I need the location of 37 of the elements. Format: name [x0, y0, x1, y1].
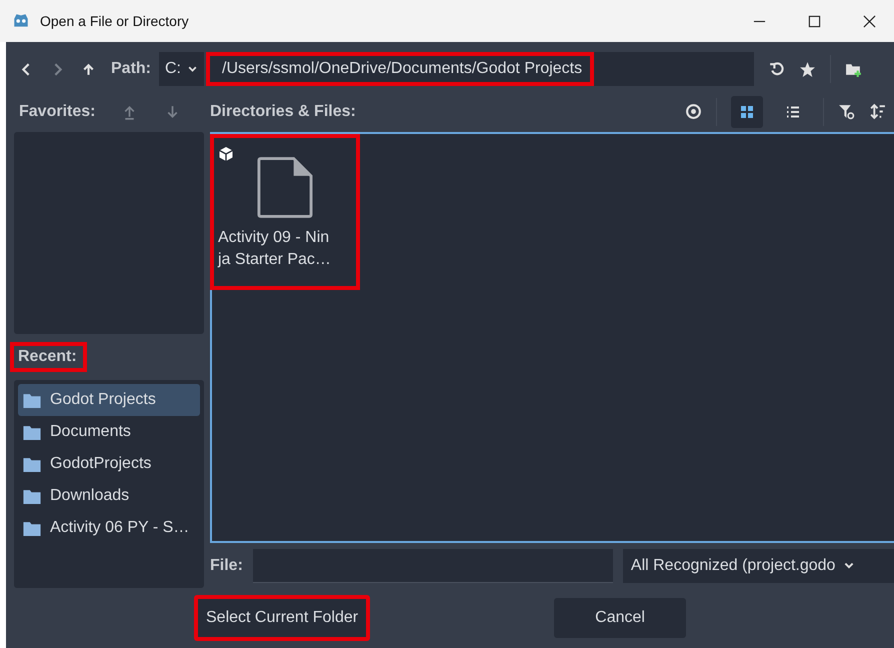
recent-item[interactable]: Activity 06 PY - S…: [18, 512, 200, 544]
cube-icon: [218, 146, 234, 162]
cancel-button[interactable]: Cancel: [554, 598, 686, 638]
recent-item[interactable]: Godot Projects: [18, 384, 200, 416]
folder-icon: [23, 488, 41, 504]
select-folder-button[interactable]: Select Current Folder: [194, 595, 370, 641]
folder-icon: [23, 392, 41, 408]
eye-icon[interactable]: [685, 103, 702, 120]
recent-item[interactable]: Documents: [18, 416, 200, 448]
filter-icon[interactable]: [838, 103, 855, 120]
folder-icon: [23, 520, 41, 536]
maximize-icon[interactable]: [808, 14, 821, 28]
recent-item[interactable]: GodotProjects: [18, 448, 200, 480]
recent-label: Recent:: [10, 342, 87, 372]
list-icon: [785, 104, 801, 120]
file-icon: [257, 156, 313, 219]
close-icon[interactable]: [863, 14, 876, 28]
window-title: Open a File or Directory: [40, 13, 189, 29]
path-field[interactable]: /Users/ssmol/OneDrive/Documents/Godot Projects: [206, 52, 594, 86]
folder-icon: [23, 424, 41, 440]
refresh-icon[interactable]: [768, 60, 785, 78]
project-item[interactable]: Activity 09 - Nin ja Starter Pac…: [210, 134, 360, 290]
filter-dropdown[interactable]: All Recognized (project.godo: [622, 549, 894, 584]
files-label: Directories & Files:: [210, 102, 356, 121]
file-label: File:: [210, 557, 243, 576]
grid-icon: [739, 104, 755, 120]
folder-icon: [23, 456, 41, 472]
file-name-field[interactable]: [252, 549, 613, 584]
file-name: Activity 09 - Nin ja Starter Pac…: [216, 228, 331, 270]
drive-dropdown[interactable]: C:: [159, 52, 204, 86]
grid-view-button[interactable]: [731, 96, 763, 128]
caret-icon: [187, 64, 198, 74]
sort-icon[interactable]: [869, 103, 886, 120]
favorites-label: Favorites:: [19, 103, 96, 121]
star-icon[interactable]: [799, 60, 816, 78]
path-label: Path:: [111, 60, 151, 78]
recent-item[interactable]: Downloads: [18, 480, 200, 512]
